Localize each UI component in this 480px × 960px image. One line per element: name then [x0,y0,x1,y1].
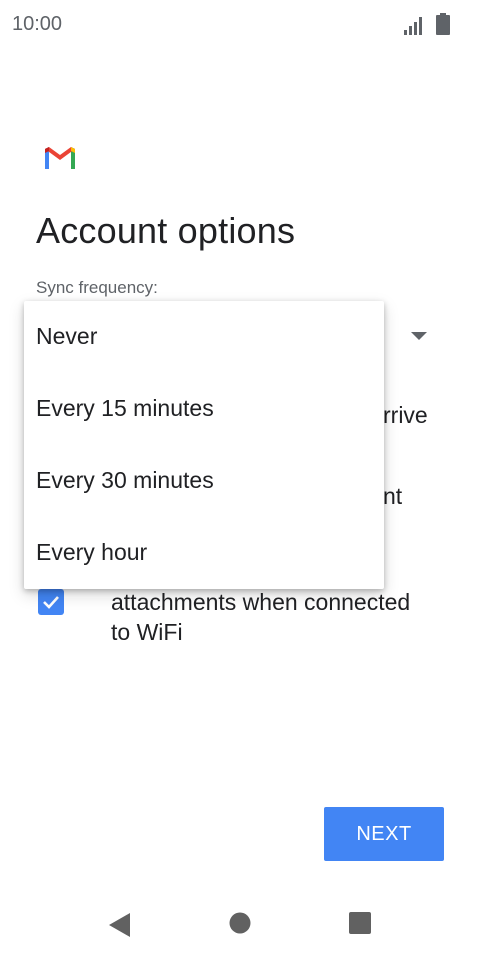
chevron-down-icon[interactable] [411,332,427,340]
checkbox-label-line: to WiFi [111,619,183,645]
sync-frequency-dropdown: Never Every 15 minutes Every 30 minutes … [24,301,384,589]
signal-icon [404,17,422,35]
dropdown-option-label: Never [36,323,98,349]
gmail-logo [45,147,75,169]
status-time: 10:00 [12,13,63,35]
recents-icon[interactable] [349,912,371,934]
dropdown-option-label: Every 30 minutes [36,467,214,493]
home-icon[interactable] [229,912,251,934]
dropdown-option-every-30-minutes[interactable]: Every 30 minutes [24,445,384,517]
dropdown-option-every-hour[interactable]: Every hour [24,517,384,589]
navigation-bar [0,890,480,960]
option-text-fragment: nt [383,483,403,509]
option-text-fragment: rrive [383,402,428,428]
dropdown-option-never[interactable]: Never [24,301,384,373]
back-icon[interactable] [108,912,132,938]
sync-frequency-label: Sync frequency: [36,278,158,297]
check-icon [43,596,59,609]
wifi-attachments-checkbox[interactable] [38,589,64,615]
battery-icon [436,13,450,35]
status-bar: 10:00 [0,0,480,50]
dropdown-option-label: Every hour [36,539,148,565]
dropdown-option-every-15-minutes[interactable]: Every 15 minutes [24,373,384,445]
next-button[interactable]: NEXT [324,807,444,861]
dropdown-option-label: Every 15 minutes [36,395,214,421]
page-title: Account options [36,210,296,251]
checkbox-label-line: attachments when connected [111,589,411,615]
